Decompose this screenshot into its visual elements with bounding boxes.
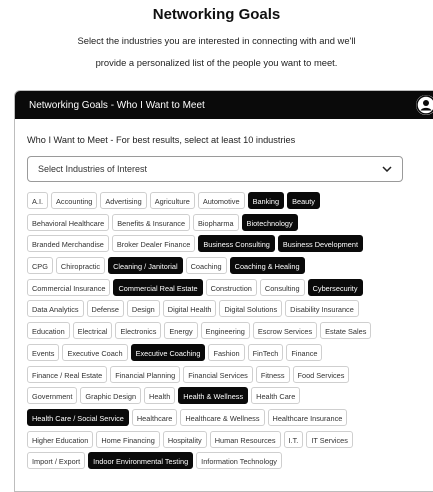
industry-tag[interactable]: Biopharma — [193, 213, 239, 231]
industry-tag[interactable]: Electrical — [72, 322, 113, 340]
industry-tag[interactable]: Cybersecurity — [307, 278, 363, 296]
industry-tag[interactable]: Government — [27, 387, 78, 405]
industry-tag[interactable]: Fitness — [255, 365, 290, 383]
card-header-title: Networking Goals - Who I Want to Meet — [29, 99, 205, 111]
industry-tag[interactable]: Digital Solutions — [219, 300, 283, 318]
industry-tag[interactable]: IT Services — [306, 430, 353, 448]
industry-tag[interactable]: Home Financing — [96, 430, 160, 448]
user-circle-icon[interactable] — [416, 95, 433, 115]
industry-tag[interactable]: Estate Sales — [320, 322, 372, 340]
industry-tag[interactable]: Behavioral Healthcare — [27, 213, 110, 231]
industry-tag[interactable]: Coaching & Healing — [229, 257, 305, 275]
select-placeholder: Select Industries of Interest — [38, 164, 148, 174]
industry-tag[interactable]: Financial Services — [183, 365, 253, 383]
industry-tag[interactable]: Disability Insurance — [285, 300, 359, 318]
industries-select[interactable]: Select Industries of Interest — [27, 156, 403, 182]
industry-tag[interactable]: Health — [144, 387, 176, 405]
industry-tag[interactable]: I.T. — [283, 430, 304, 448]
chevron-down-icon — [382, 166, 392, 172]
industry-tag[interactable]: Coaching — [185, 257, 227, 275]
industry-tag[interactable]: Beauty — [287, 192, 320, 209]
industry-tag[interactable]: Biotechnology — [241, 213, 298, 231]
industry-tag[interactable]: Cleaning / Janitorial — [108, 257, 183, 275]
industry-tag-list: A.I. Accounting Advertising Agriculture Auto… — [27, 192, 419, 470]
industry-tag[interactable]: Executive Coaching — [130, 343, 206, 361]
industry-tag[interactable]: Construction — [205, 278, 257, 296]
industry-tag[interactable]: Business Consulting — [198, 235, 275, 253]
industry-tag[interactable]: Health Care / Social Service — [27, 408, 129, 426]
industry-tag[interactable]: Health Care — [251, 387, 301, 405]
industry-tag[interactable]: Information Technology — [196, 452, 282, 470]
industry-tag[interactable]: Agriculture — [149, 192, 195, 209]
card-body: Who I Want to Meet - For best results, s… — [15, 119, 433, 470]
networking-goals-card: Networking Goals - Who I Want to Meet Wh… — [14, 90, 433, 492]
industry-tag[interactable]: Consulting — [259, 278, 305, 296]
industry-tag[interactable]: Events — [27, 343, 60, 361]
industry-tag[interactable]: Broker Dealer Finance — [111, 235, 196, 253]
industry-tag[interactable]: Finance / Real Estate — [27, 365, 108, 383]
industry-tag[interactable]: Fashion — [208, 343, 245, 361]
industry-tag[interactable]: Advertising — [100, 192, 147, 209]
industry-tag[interactable]: Business Development — [277, 235, 363, 253]
industry-tag[interactable]: CPG — [27, 257, 53, 275]
industry-tag[interactable]: Graphic Design — [80, 387, 142, 405]
industry-tag[interactable]: Healthcare & Wellness — [180, 408, 265, 426]
industry-tag[interactable]: Chiropractic — [55, 257, 106, 275]
intro-line-1: Select the industries you are interested… — [77, 35, 356, 46]
industry-tag[interactable]: Data Analytics — [27, 300, 84, 318]
industry-tag[interactable]: Digital Health — [162, 300, 217, 318]
industry-tag[interactable]: Energy — [164, 322, 198, 340]
industry-tag[interactable]: Benefits & Insurance — [112, 213, 191, 231]
industry-tag[interactable]: Commercial Insurance — [27, 278, 111, 296]
industry-tag[interactable]: Electronics — [115, 322, 162, 340]
industry-tag[interactable]: Human Resources — [209, 430, 281, 448]
industry-tag[interactable]: Executive Coach — [62, 343, 128, 361]
industry-tag[interactable]: Banking — [247, 192, 285, 209]
industry-tag[interactable]: Automotive — [197, 192, 245, 209]
industry-tag[interactable]: Accounting — [51, 192, 98, 209]
industry-tag[interactable]: Financial Planning — [110, 365, 181, 383]
industry-tag[interactable]: A.I. — [27, 192, 49, 209]
industry-tag[interactable]: Health & Wellness — [178, 387, 249, 405]
industry-tag[interactable]: Escrow Services — [252, 322, 318, 340]
industry-tag[interactable]: Finance — [286, 343, 323, 361]
selection-prompt: Who I Want to Meet - For best results, s… — [27, 135, 296, 145]
industry-tag[interactable]: Defense — [86, 300, 124, 318]
industry-tag[interactable]: Import / Export — [27, 452, 86, 470]
industry-tag[interactable]: Commercial Real Estate — [113, 278, 203, 296]
industry-tag[interactable]: Indoor Environmental Testing — [88, 452, 194, 470]
industry-tag[interactable]: Healthcare — [131, 408, 178, 426]
intro-line-2: provide a personalized list of the peopl… — [95, 57, 338, 68]
industry-tag[interactable]: Healthcare Insurance — [267, 408, 348, 426]
industry-tag[interactable]: Higher Education — [27, 430, 94, 448]
industry-tag[interactable]: Design — [126, 300, 160, 318]
industry-tag[interactable]: Branded Merchandise — [27, 235, 109, 253]
industry-tag[interactable]: Hospitality — [162, 430, 207, 448]
industry-tag[interactable]: FinTech — [247, 343, 284, 361]
page-title: Networking Goals — [152, 6, 281, 23]
industry-tag[interactable]: Engineering — [200, 322, 250, 340]
intro-text: Select the industries you are interested… — [20, 30, 413, 74]
industry-tag[interactable]: Food Services — [292, 365, 350, 383]
industry-tag[interactable]: Education — [27, 322, 70, 340]
card-header: Networking Goals - Who I Want to Meet — [15, 91, 433, 119]
